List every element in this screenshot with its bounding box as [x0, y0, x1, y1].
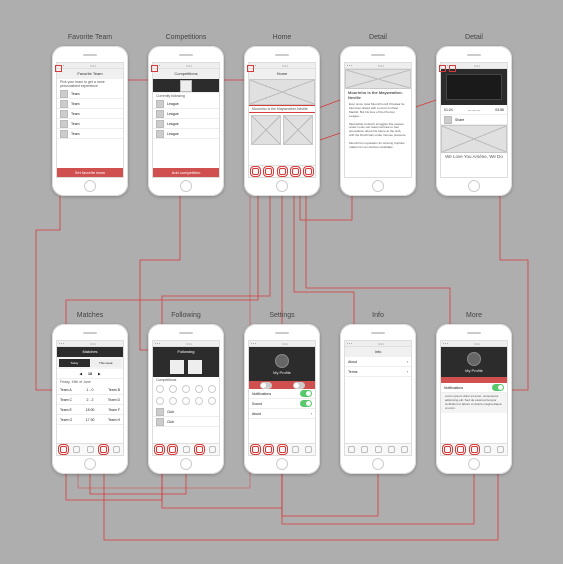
screen-home[interactable]: 9:41 Home Mourinho is the Mayweather-Nev… — [244, 46, 320, 196]
tab-3[interactable] — [275, 166, 288, 177]
hero-card[interactable] — [249, 79, 315, 105]
nav-title: Competitions — [153, 69, 219, 79]
label-matches: Matches — [50, 312, 130, 319]
segment-control[interactable]: Today This week — [57, 357, 123, 369]
label-more: More — [434, 312, 514, 319]
screen-detail-media[interactable]: 9:41 01:24— — —03:56 Share We Love You A… — [436, 46, 512, 196]
article-body: Ever since José Mourinho left Chelsea he… — [345, 101, 411, 121]
label-info: Info — [338, 312, 418, 319]
tab-5[interactable] — [302, 166, 315, 177]
nav-title: Home — [249, 69, 315, 79]
avatar[interactable] — [275, 354, 289, 368]
label-home: Home — [242, 34, 322, 41]
prompt-text: Pick your team to get a more personalise… — [57, 79, 123, 89]
hero-caption[interactable]: Mourinho is the Mayweather-Neville — [249, 105, 315, 113]
competition-strip[interactable] — [153, 383, 219, 395]
screen-more[interactable]: 9:41 My Profile Notifications Lorem ipsu… — [436, 324, 512, 474]
label-detail-1: Detail — [338, 34, 418, 41]
screen-info[interactable]: 9:41 Info About› Terms› — [340, 324, 416, 474]
label-competitions: Competitions — [146, 34, 226, 41]
label-settings: Settings — [242, 312, 322, 319]
label-following: Following — [146, 312, 226, 319]
cta-button[interactable]: Add competition — [153, 168, 219, 177]
screen-competitions[interactable]: 9:41 Competitions Currently following Le… — [148, 46, 224, 196]
nav-title: Favorite Team — [57, 69, 123, 79]
label-favorite-team: Favorite Team — [50, 34, 130, 41]
avatar[interactable] — [467, 352, 481, 366]
label-detail-2: Detail — [434, 34, 514, 41]
media-footer: We Love You Arsène, We Do — [441, 153, 507, 160]
media-header — [441, 69, 507, 105]
tab-4[interactable] — [289, 166, 302, 177]
screen-following[interactable]: 9:41 Following Competitions Club Club — [148, 324, 224, 474]
screen-detail-article[interactable]: 9:41 Mourinho is the Mayweather-Neville … — [340, 46, 416, 196]
tab-bar — [249, 165, 315, 177]
screen-settings[interactable]: 9:41 My Profile Notifications Sound Abou… — [244, 324, 320, 474]
nav-title: Matches — [57, 347, 123, 357]
cta-button[interactable]: Set favorite team — [57, 168, 123, 177]
screen-favorite-team[interactable]: 9:41 Favorite Team Pick your team to get… — [52, 46, 128, 196]
tab-2[interactable] — [262, 166, 275, 177]
tab-1[interactable] — [249, 166, 262, 177]
screen-matches[interactable]: 9:41 Matches Today This week ◀18▶ Friday… — [52, 324, 128, 474]
article-headline: Mourinho is the Mayweather-Neville — [345, 89, 411, 101]
